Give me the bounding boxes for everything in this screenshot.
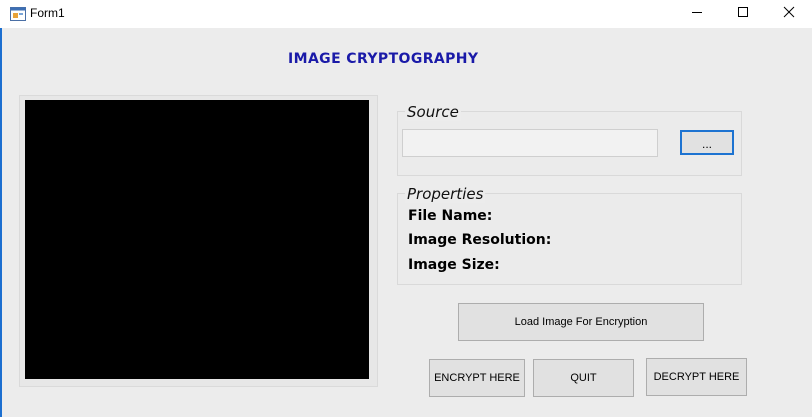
source-group-title: Source [405, 103, 461, 121]
quit-button[interactable]: QUIT [533, 359, 634, 397]
image-size-label: Image Size: [408, 257, 500, 273]
properties-group-title: Properties [405, 185, 486, 203]
page-title: IMAGE CRYPTOGRAPHY [288, 51, 479, 67]
decrypt-button[interactable]: DECRYPT HERE [646, 358, 747, 396]
browse-button[interactable]: ... [680, 130, 734, 155]
image-resolution-label: Image Resolution: [408, 232, 552, 248]
title-bar[interactable]: Form1 [0, 0, 812, 28]
source-path-input[interactable] [402, 129, 658, 157]
encrypt-button[interactable]: ENCRYPT HERE [429, 359, 525, 397]
minimize-button[interactable] [674, 0, 720, 28]
form-window: Form1 IMAGE CRYPTOGRAPHY Source ... Prop… [0, 0, 812, 417]
maximize-button[interactable] [720, 0, 766, 28]
minimize-icon [691, 5, 703, 23]
window-title: Form1 [30, 6, 65, 20]
load-image-button[interactable]: Load Image For Encryption [458, 303, 704, 341]
window-border [0, 28, 2, 417]
close-icon [783, 5, 795, 23]
maximize-icon [737, 5, 749, 23]
image-preview-box [25, 100, 369, 379]
file-name-label: File Name: [408, 208, 493, 224]
app-form-icon [10, 7, 26, 21]
close-button[interactable] [766, 0, 812, 28]
